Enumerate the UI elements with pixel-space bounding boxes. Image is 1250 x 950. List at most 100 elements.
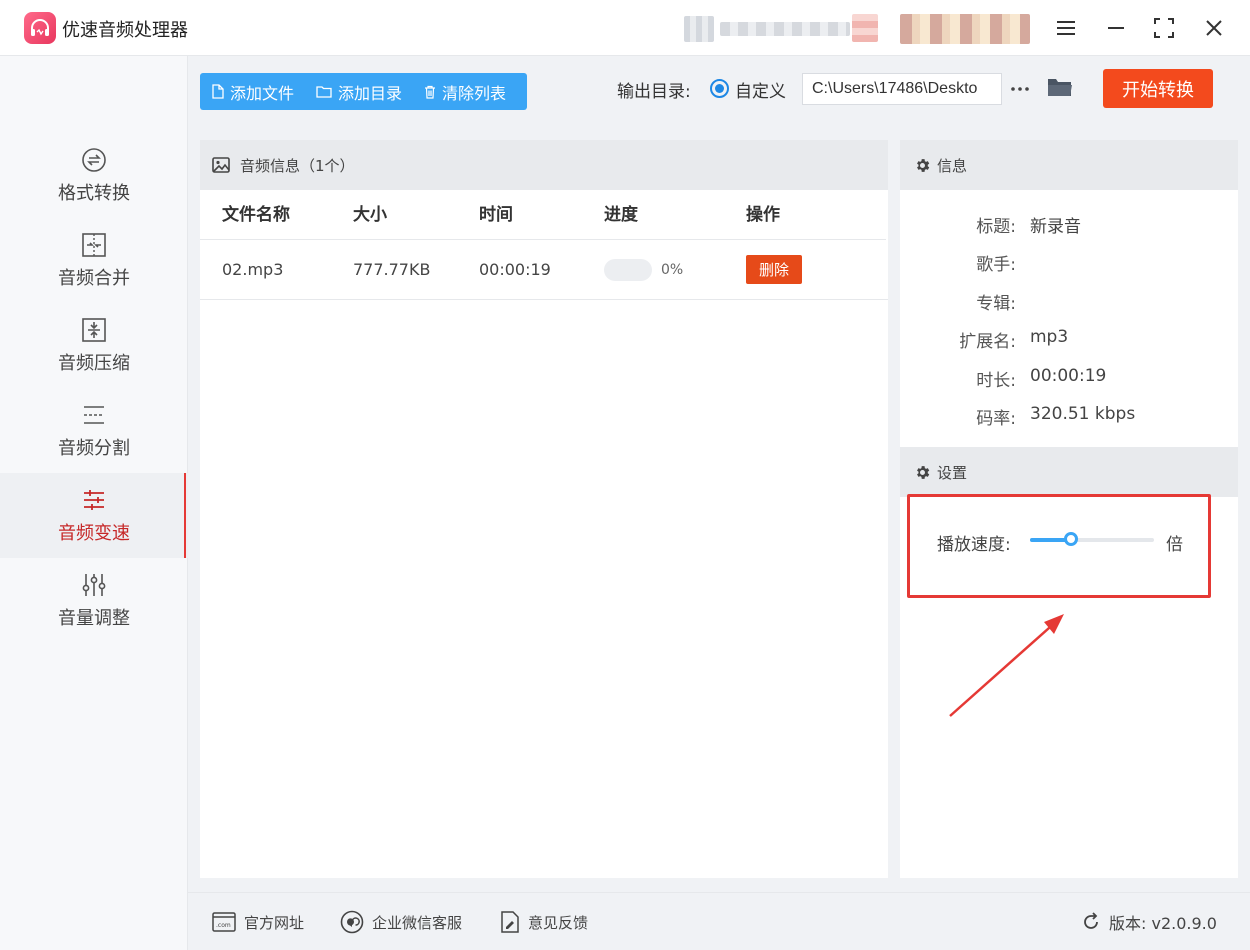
info-key: 歌手:	[976, 255, 1016, 275]
sidebar-item-label: 音量调整	[58, 607, 130, 629]
info-value: 00:00:19	[1030, 366, 1107, 386]
add-folder-label: 添加目录	[338, 83, 403, 103]
merge-icon	[82, 232, 106, 257]
version-label: 版本: v2.0.9.0	[1109, 914, 1217, 933]
wechat-label: 企业微信客服	[372, 913, 463, 932]
sidebar-item-merge[interactable]: 音频合并	[0, 218, 188, 303]
info-title: 信息	[937, 156, 968, 175]
file-button-group: 添加文件 添加目录 清除列表	[200, 73, 527, 110]
info-key: 专辑:	[976, 294, 1016, 314]
clear-list-button[interactable]: 清除列表	[412, 73, 516, 110]
maximize-button[interactable]	[1148, 12, 1180, 44]
file-name: 02.mp3	[222, 260, 284, 279]
version-info: 版本: v2.0.9.0	[1081, 910, 1217, 934]
info-value: 新录音	[1030, 217, 1081, 237]
file-list-header: 音频信息（1个）	[200, 140, 888, 190]
playback-speed-label: 播放速度:	[937, 535, 1011, 555]
column-duration: 时间	[479, 205, 513, 225]
sidebar-item-volume-adjust[interactable]: 音量调整	[0, 558, 188, 643]
wechat-icon	[340, 910, 364, 934]
website-icon: .com	[212, 912, 236, 932]
app-logo	[24, 12, 56, 44]
browse-more-button[interactable]	[1008, 73, 1032, 105]
menu-button[interactable]	[1050, 12, 1082, 44]
official-website-link[interactable]: .com 官方网址	[212, 910, 304, 934]
delete-button[interactable]: 删除	[746, 255, 802, 284]
info-header: 信息	[900, 140, 1238, 190]
column-action: 操作	[746, 205, 780, 225]
speed-unit: 倍	[1166, 535, 1183, 555]
info-value: mp3	[1030, 327, 1069, 347]
speed-icon	[84, 489, 104, 510]
open-folder-icon	[1048, 79, 1072, 96]
website-label: 官方网址	[244, 913, 305, 932]
feedback-icon	[501, 911, 519, 933]
refresh-icon[interactable]	[1081, 912, 1101, 932]
clear-list-label: 清除列表	[442, 83, 507, 103]
headphones-icon	[31, 19, 49, 36]
add-file-label: 添加文件	[230, 83, 295, 103]
add-folder-button[interactable]: 添加目录	[304, 73, 412, 110]
progress-bar	[604, 259, 652, 281]
sidebar: 格式转换 音频合并 音频压缩 音频分割 音频变速 音量调整	[0, 56, 188, 950]
redacted-avatar	[684, 16, 714, 42]
info-value: 320.51 kbps	[1030, 404, 1136, 424]
volume-adjust-icon	[82, 573, 106, 596]
info-row-title: 标题: 新录音	[900, 204, 1238, 242]
close-icon	[1206, 20, 1222, 36]
file-icon	[212, 84, 224, 99]
custom-output-radio[interactable]	[710, 79, 729, 98]
sidebar-item-format-convert[interactable]: 格式转换	[0, 133, 188, 218]
slider-thumb[interactable]	[1063, 532, 1078, 546]
info-key: 时长:	[976, 371, 1016, 391]
feedback-link[interactable]: 意见反馈	[500, 910, 588, 934]
sidebar-item-label: 格式转换	[58, 182, 130, 204]
minimize-button[interactable]	[1100, 12, 1132, 44]
app-title: 优速音频处理器	[62, 20, 188, 41]
output-path-field[interactable]: C:\Users\17486\Deskto	[802, 73, 1002, 105]
wechat-support-link[interactable]: 企业微信客服	[340, 910, 462, 934]
minimize-icon	[1108, 27, 1124, 29]
toolbar: 添加文件 添加目录 清除列表 输出目录: 自定义 C:\Users\17486\…	[188, 56, 1250, 128]
info-row-extension: 扩展名: mp3	[900, 319, 1238, 357]
progress-text: 0%	[661, 262, 684, 278]
info-row-artist: 歌手:	[900, 242, 1238, 280]
sidebar-item-compress[interactable]: 音频压缩	[0, 303, 188, 388]
sidebar-item-split[interactable]: 音频分割	[0, 388, 188, 473]
file-size: 777.77KB	[353, 260, 431, 279]
file-list-title: 音频信息（1个）	[240, 156, 355, 175]
info-key: 扩展名:	[959, 332, 1016, 352]
open-folder-button[interactable]	[1046, 75, 1074, 103]
close-button[interactable]	[1198, 12, 1230, 44]
info-row-album: 专辑:	[900, 281, 1238, 319]
folder-icon	[316, 86, 332, 98]
start-convert-button[interactable]: 开始转换	[1103, 69, 1213, 108]
feedback-label: 意见反馈	[528, 913, 589, 932]
add-file-button[interactable]: 添加文件	[200, 73, 304, 110]
custom-output-label[interactable]: 自定义	[735, 77, 786, 102]
sidebar-item-label: 音频变速	[58, 522, 130, 544]
redacted-account	[720, 22, 850, 36]
more-icon	[1011, 87, 1029, 91]
sidebar-item-label: 音频合并	[58, 267, 130, 289]
gear-icon	[917, 158, 930, 172]
settings-header: 设置	[900, 447, 1238, 497]
info-row-duration: 时长: 00:00:19	[900, 358, 1238, 396]
title-bar: 优速音频处理器	[0, 0, 1250, 56]
compress-icon	[82, 317, 106, 342]
info-key: 码率:	[976, 409, 1016, 429]
menu-icon	[1057, 21, 1075, 35]
output-dir-label: 输出目录:	[617, 82, 691, 102]
format-convert-icon	[82, 147, 106, 172]
sidebar-item-speed[interactable]: 音频变速	[0, 473, 188, 558]
annotation-arrow-icon	[949, 614, 1064, 717]
footer: .com 官方网址 企业微信客服 意见反馈 版本: v2.0.9.0	[188, 892, 1250, 950]
info-key: 标题:	[976, 217, 1016, 237]
maximize-icon	[1154, 18, 1174, 38]
table-header: 文件名称 大小 时间 进度 操作	[200, 190, 886, 240]
table-row[interactable]: 02.mp3 777.77KB 00:00:19 0% 删除	[200, 240, 888, 300]
trash-icon	[425, 85, 436, 99]
file-list-panel: 音频信息（1个） 文件名称 大小 时间 进度 操作 02.mp3 777.77K…	[200, 140, 888, 878]
playback-speed-slider[interactable]	[1030, 532, 1154, 546]
file-duration: 00:00:19	[479, 260, 551, 279]
